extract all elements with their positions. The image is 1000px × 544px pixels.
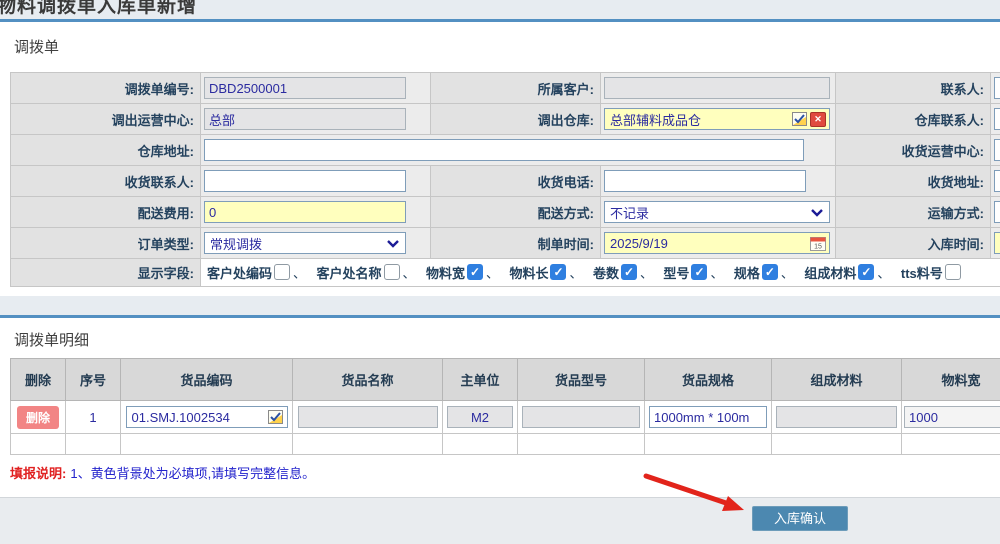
col-spec: 货品规格 — [645, 359, 772, 401]
customer-label: 所属客户: — [431, 73, 601, 104]
detail-header-row: 删除 序号 货品编码 货品名称 主单位 货品型号 货品规格 组成材料 物料宽 — [11, 359, 1000, 401]
recv-phone-label: 收货电话: — [431, 166, 601, 197]
form-section-title: 调拨单 — [14, 36, 59, 57]
transfer-form: 调拨单编号: 所属客户: 联系人: 调出运营中心: 调出仓库: 总部辅料成品仓 — [10, 72, 1000, 287]
inbound-time-label: 入库时间: — [836, 228, 991, 259]
order-type-select[interactable]: 常规调拨 — [204, 232, 406, 254]
display-option-checkbox[interactable] — [621, 264, 637, 280]
col-item-code: 货品编码 — [121, 359, 293, 401]
detail-section-title: 调拨单明细 — [14, 329, 89, 350]
spec-input[interactable] — [649, 406, 767, 428]
contact-input[interactable] — [994, 77, 1000, 99]
order-type-label: 订单类型: — [11, 228, 201, 259]
display-option-checkbox[interactable] — [384, 264, 400, 280]
table-row: 删除 1 01.SMJ.1002534 — [11, 401, 1000, 434]
create-time-value: 2025/9/19 — [610, 236, 807, 251]
unit-input[interactable] — [447, 406, 513, 428]
empty-row — [11, 434, 1000, 455]
chevron-down-icon — [385, 236, 401, 251]
footer-bar — [0, 497, 1000, 544]
recv-phone-input[interactable] — [604, 170, 806, 192]
col-seq: 序号 — [66, 359, 121, 401]
note-label: 填报说明: — [10, 466, 66, 481]
transport-mode-label: 运输方式: — [836, 197, 991, 228]
col-unit: 主单位 — [443, 359, 518, 401]
out-warehouse-label: 调出仓库: — [431, 104, 601, 135]
col-item-name: 货品名称 — [293, 359, 443, 401]
out-warehouse-value: 总部辅料成品仓 — [610, 110, 788, 129]
item-code-field[interactable]: 01.SMJ.1002534 — [126, 406, 288, 428]
order-no-label: 调拨单编号: — [11, 73, 201, 104]
out-center-label: 调出运营中心: — [11, 104, 201, 135]
order-type-value: 常规调拨 — [210, 234, 262, 253]
delivery-fee-label: 配送费用: — [11, 197, 201, 228]
display-option-checkbox[interactable] — [945, 264, 961, 280]
row-seq: 1 — [66, 401, 121, 434]
out-center-input[interactable] — [204, 108, 406, 130]
delivery-mode-value: 不记录 — [610, 203, 649, 222]
transport-mode-input[interactable] — [994, 201, 1000, 223]
model-input[interactable] — [522, 406, 640, 428]
warehouse-address-input[interactable] — [204, 139, 804, 161]
customer-input[interactable] — [604, 77, 830, 99]
display-option-checkbox[interactable] — [274, 264, 290, 280]
calendar-icon[interactable]: 15 — [810, 236, 826, 251]
out-warehouse-field[interactable]: 总部辅料成品仓 ✕ — [604, 108, 830, 130]
warehouse-contact-input[interactable] — [994, 108, 1000, 130]
inbound-confirm-button[interactable]: 入库确认 — [752, 506, 848, 531]
item-name-input[interactable] — [298, 406, 438, 428]
page-title-band: 物料调拨单入库单新增 — [0, 0, 1000, 22]
display-option-checkbox[interactable] — [762, 264, 778, 280]
delivery-fee-input[interactable] — [204, 201, 406, 223]
recv-address-input[interactable] — [994, 170, 1000, 192]
display-fields-options: 客户处编码、 客户处名称、 物料宽、 物料长、 卷数、 型号、 规格、 组成材料… — [201, 259, 1000, 287]
warehouse-contact-label: 仓库联系人: — [836, 104, 991, 135]
page-title: 物料调拨单入库单新增 — [0, 0, 1000, 18]
note-text: 1、黄色背景处为必填项,请填写完整信息。 — [70, 466, 315, 481]
app-window: 物料调拨单入库单新增 调拨单 调拨单编号: 所属客户: 联系人: 调出运营中心:… — [0, 0, 1000, 544]
select-icon[interactable] — [268, 410, 284, 425]
inbound-time-input[interactable] — [994, 232, 1000, 254]
display-fields-label: 显示字段: — [11, 259, 201, 287]
col-model: 货品型号 — [518, 359, 645, 401]
detail-table-area: 删除 序号 货品编码 货品名称 主单位 货品型号 货品规格 组成材料 物料宽 删… — [10, 358, 1000, 458]
transfer-form-table: 调拨单编号: 所属客户: 联系人: 调出运营中心: 调出仓库: 总部辅料成品仓 — [10, 72, 1000, 287]
chevron-down-icon — [809, 205, 825, 220]
select-icon[interactable] — [791, 112, 807, 127]
display-option-checkbox[interactable] — [858, 264, 874, 280]
create-time-field[interactable]: 2025/9/19 15 — [604, 232, 830, 254]
col-delete: 删除 — [11, 359, 66, 401]
recv-contact-input[interactable] — [204, 170, 406, 192]
create-time-label: 制单时间: — [431, 228, 601, 259]
recv-center-label: 收货运营中心: — [836, 135, 991, 166]
contact-label: 联系人: — [836, 73, 991, 104]
svg-text:15: 15 — [814, 243, 822, 250]
width-input[interactable] — [904, 406, 1000, 428]
col-width: 物料宽 — [902, 359, 1000, 401]
clear-icon[interactable]: ✕ — [810, 112, 826, 127]
delivery-mode-select[interactable]: 不记录 — [604, 201, 830, 223]
col-material: 组成材料 — [772, 359, 902, 401]
detail-table: 删除 序号 货品编码 货品名称 主单位 货品型号 货品规格 组成材料 物料宽 删… — [10, 358, 1000, 455]
delete-row-button[interactable]: 删除 — [17, 406, 59, 429]
section-divider-band — [0, 296, 1000, 318]
display-option-checkbox[interactable] — [550, 264, 566, 280]
recv-address-label: 收货地址: — [836, 166, 991, 197]
recv-center-input[interactable] — [994, 139, 1000, 161]
fill-note: 填报说明: 1、黄色背景处为必填项,请填写完整信息。 — [10, 463, 315, 482]
recv-contact-label: 收货联系人: — [11, 166, 201, 197]
display-option-checkbox[interactable] — [691, 264, 707, 280]
material-input[interactable] — [776, 406, 897, 428]
item-code-value: 01.SMJ.1002534 — [132, 410, 265, 425]
display-option-checkbox[interactable] — [467, 264, 483, 280]
warehouse-address-label: 仓库地址: — [11, 135, 201, 166]
order-no-input[interactable] — [204, 77, 406, 99]
delivery-mode-label: 配送方式: — [431, 197, 601, 228]
